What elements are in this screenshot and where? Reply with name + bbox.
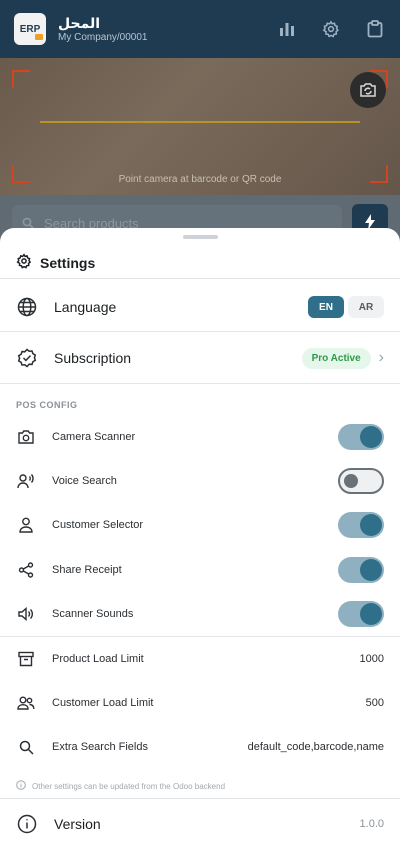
setting-row-extra-search-fields[interactable]: Extra Search Fields default_code,barcode… [0,732,400,762]
app-logo: ERP [14,13,46,45]
version-label: Version [54,816,101,832]
store-titles: المحل My Company/00001 [58,15,254,44]
language-toggle: EN AR [308,296,384,318]
voice-search-switch[interactable] [338,468,384,494]
toggle-row-voice-search: Voice Search [0,466,400,496]
subscription-label: Subscription [54,350,132,366]
verified-badge-icon [16,347,38,369]
language-option-ar[interactable]: AR [348,296,384,318]
language-label: Language [54,299,117,315]
settings-header: Settings [0,248,400,278]
camera-scanner-switch[interactable] [338,424,384,450]
share-icon [16,560,36,580]
people-icon [16,693,36,713]
toggle-label: Voice Search [52,475,117,487]
search-icon [16,737,36,757]
logo-accent [35,34,43,40]
toggle-label: Customer Selector [52,519,144,531]
company-name: My Company/00001 [58,31,148,43]
setting-label: Extra Search Fields [52,741,148,753]
backend-note: Other settings can be updated from the O… [16,777,225,795]
settings-sheet: Settings Language EN AR Subscription Pro… [0,228,400,846]
info-icon [16,777,26,795]
scan-line [40,121,360,123]
setting-row-product-load-limit[interactable]: Product Load Limit 1000 [0,644,400,674]
setting-label: Product Load Limit [52,653,144,665]
subscription-status-badge: Pro Active [301,347,371,369]
setting-row-customer-load-limit[interactable]: Customer Load Limit 500 [0,688,400,718]
toggle-label: Scanner Sounds [52,608,134,620]
divider [0,798,400,799]
voice-icon [16,471,36,491]
info-icon [16,813,38,835]
divider [0,383,400,384]
toggle-row-camera-scanner: Camera Scanner [0,422,400,452]
toggle-label: Share Receipt [52,564,122,576]
clipboard-icon[interactable] [364,18,386,40]
chevron-right-icon: › [378,349,384,366]
setting-value: default_code,barcode,name [247,741,384,753]
gear-icon[interactable] [320,18,342,40]
divider [0,331,400,332]
store-name: المحل [58,14,101,31]
logo-text: ERP [19,23,41,35]
app-bar: ERP المحل My Company/00001 [0,0,400,58]
share-receipt-switch[interactable] [338,557,384,583]
version-value: 1.0.0 [359,818,384,830]
setting-value: 500 [365,697,384,709]
customer-selector-switch[interactable] [338,512,384,538]
switch-camera-button[interactable] [350,72,386,108]
scanner-sounds-switch[interactable] [338,601,384,627]
camera-hint: Point camera at barcode or QR code [118,174,282,185]
camera-preview[interactable]: Point camera at barcode or QR code [0,58,400,195]
camera-icon [16,427,36,447]
camera-switch-icon [360,83,376,97]
bar-chart-icon[interactable] [276,18,298,40]
sheet-drag-handle[interactable] [183,235,218,239]
section-label-pos-config: POS CONFIG [16,400,78,410]
backend-note-text: Other settings can be updated from the O… [32,781,226,791]
scan-frame-corner [12,70,30,88]
toggle-label: Camera Scanner [52,431,136,443]
subscription-row[interactable]: Subscription Pro Active › [0,334,400,382]
language-row: Language EN AR [0,284,400,330]
toggle-row-customer-selector: Customer Selector [0,510,400,540]
speaker-icon [16,604,36,624]
archive-box-icon [16,649,36,669]
divider [0,636,400,637]
toggle-row-share-receipt: Share Receipt [0,555,400,585]
divider [0,278,400,279]
person-icon [16,515,36,535]
setting-value: 1000 [359,653,384,665]
settings-title: Settings [40,255,96,271]
version-row: Version 1.0.0 [0,808,400,840]
gear-icon [16,252,32,274]
toggle-row-scanner-sounds: Scanner Sounds [0,599,400,629]
language-option-en[interactable]: EN [308,296,344,318]
globe-icon [16,296,38,318]
setting-label: Customer Load Limit [52,697,154,709]
